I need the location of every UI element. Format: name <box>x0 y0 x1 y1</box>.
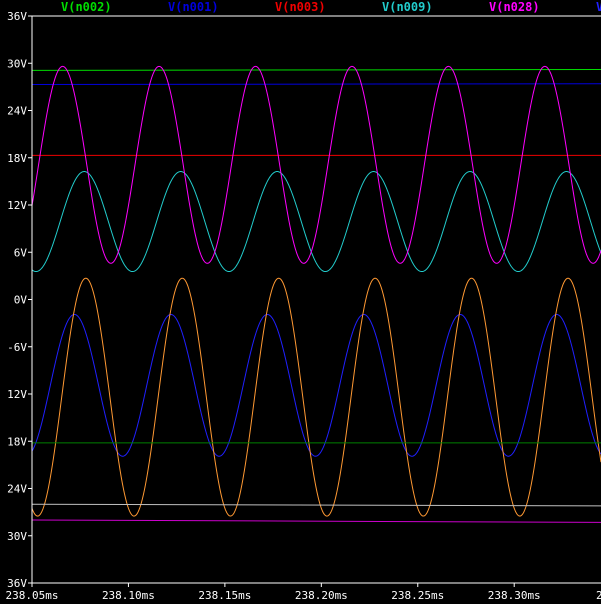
x-tick-label: 238.05ms <box>6 589 59 602</box>
y-tick-label: -6V <box>7 341 27 354</box>
plot-background <box>0 0 601 604</box>
x-tick-label-partial: 238. <box>596 589 601 602</box>
y-tick-label: 6V <box>14 246 28 259</box>
legend-item[interactable]: V(n028) <box>489 0 540 14</box>
waveform-plot[interactable]: 36V30V24V18V12V6V0V-6V12V18V24V30V36V 23… <box>0 0 601 604</box>
y-tick-label: 18V <box>7 435 27 448</box>
y-tick-label: 0V <box>14 294 28 307</box>
y-tick-label: 30V <box>7 57 27 70</box>
x-tick-label: 238.30ms <box>488 589 541 602</box>
x-tick-label: 238.20ms <box>295 589 348 602</box>
y-tick-label: 30V <box>7 530 27 543</box>
y-tick-label: 12V <box>7 199 27 212</box>
x-tick-label: 238.10ms <box>102 589 155 602</box>
legend-item[interactable]: V(n001) <box>168 0 219 14</box>
y-tick-label: 24V <box>7 105 27 118</box>
y-tick-label: 18V <box>7 152 27 165</box>
legend-item[interactable]: V(n009) <box>382 0 433 14</box>
x-tick-label: 238.15ms <box>198 589 251 602</box>
legend-item[interactable]: V(n002) <box>61 0 112 14</box>
legend-item[interactable]: V <box>596 0 601 14</box>
legend-item[interactable]: V(n003) <box>275 0 326 14</box>
y-tick-label: 12V <box>7 388 27 401</box>
y-tick-label: 24V <box>7 483 27 496</box>
x-tick-label: 238.25ms <box>391 589 444 602</box>
legend: V(n002) V(n001) V(n003) V(n009) V(n028) V <box>0 0 601 16</box>
